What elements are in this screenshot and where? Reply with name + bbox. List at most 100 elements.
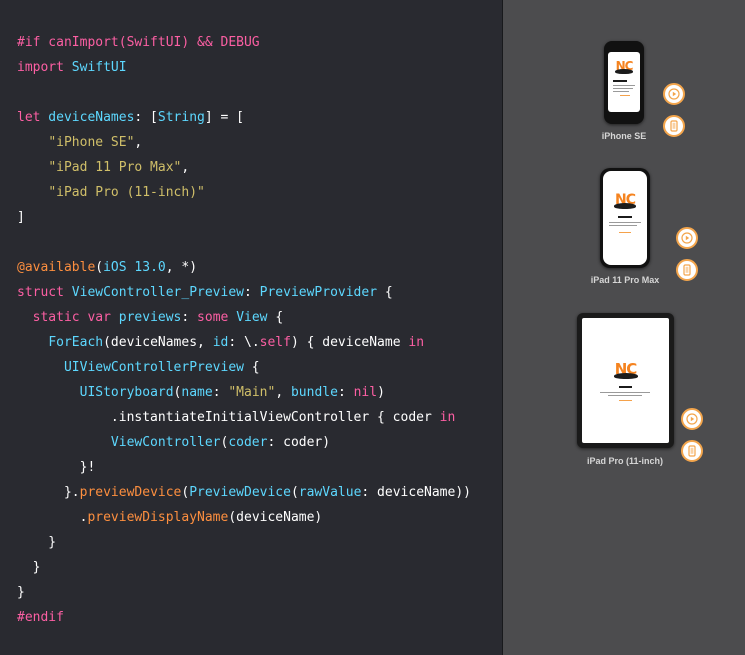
code-line[interactable]: #endif: [17, 605, 471, 630]
code-line[interactable]: }.previewDevice(PreviewDevice(rawValue: …: [17, 480, 471, 505]
device-settings-button[interactable]: [681, 440, 703, 462]
device-settings-button[interactable]: [663, 115, 685, 137]
code-token: : [: [134, 110, 158, 125]
mustache-logo-icon: [615, 69, 633, 74]
code-line[interactable]: @available(iOS 13.0, *): [17, 255, 471, 280]
code-line[interactable]: .previewDisplayName(deviceName): [17, 505, 471, 530]
play-icon: [668, 88, 680, 100]
mustache-logo-icon: [614, 203, 636, 209]
code-token: struct: [17, 285, 64, 300]
code-token: "Main": [228, 385, 276, 400]
code-line[interactable]: "iPad 11 Pro Max",: [17, 155, 471, 180]
code-token: (deviceNames,: [103, 335, 213, 350]
preview-label: iPad 11 Pro Max: [590, 275, 660, 285]
code-line[interactable]: }!: [17, 455, 471, 480]
code-token: : \.: [228, 335, 260, 350]
preview-ipad-11-pro-max[interactable]: NC: [600, 168, 650, 268]
live-preview-button[interactable]: [681, 408, 703, 430]
code-line[interactable]: UIViewControllerPreview {: [17, 355, 471, 380]
code-token: }!: [17, 460, 96, 475]
code-token: :: [181, 310, 198, 325]
code-token: bundle: [290, 385, 338, 400]
code-line[interactable]: [17, 80, 471, 105]
code-token: static: [32, 310, 80, 325]
mustache-logo-icon: [613, 373, 638, 379]
code-token: in: [408, 335, 425, 350]
code-token: PreviewDevice: [189, 485, 291, 500]
code-editor[interactable]: #if canImport(SwiftUI) && DEBUG import Sw…: [0, 0, 503, 655]
code-line[interactable]: }: [17, 530, 471, 555]
code-line[interactable]: UIStoryboard(name: "Main", bundle: nil): [17, 380, 471, 405]
code-line[interactable]: }: [17, 580, 471, 605]
code-token: }.: [17, 485, 80, 500]
code-line[interactable]: }: [17, 555, 471, 580]
code-token: previews: [110, 310, 182, 325]
preview-screen: NC: [608, 52, 640, 112]
live-preview-button[interactable]: [676, 227, 698, 249]
code-token: ] = [: [204, 110, 244, 125]
code-token: {: [243, 360, 260, 375]
code-token: }: [17, 535, 57, 550]
code-token: name: [181, 385, 213, 400]
code-token: ForEach: [48, 335, 104, 350]
device-icon: [683, 264, 691, 276]
code-token: ,: [275, 385, 291, 400]
play-icon: [681, 232, 693, 244]
preview-ipad-pro-11-inch[interactable]: NC: [577, 313, 674, 448]
code-token: ) { deviceName: [290, 335, 409, 350]
code-token: View: [236, 310, 268, 325]
code-token: .instantiateInitialViewController { code…: [17, 410, 440, 425]
app-logo: NC: [615, 60, 633, 74]
code-line[interactable]: ]: [17, 205, 471, 230]
code-line[interactable]: #if canImport(SwiftUI) && DEBUG: [17, 30, 471, 55]
preview-iphone-se[interactable]: NC: [604, 41, 644, 124]
code-line[interactable]: let deviceNames: [String] = [: [17, 105, 471, 130]
code-line[interactable]: ForEach(deviceNames, id: \.self) { devic…: [17, 330, 471, 355]
code-token: #endif: [17, 610, 64, 625]
app-logo: NC: [613, 362, 638, 379]
code-line[interactable]: static var previews: some View {: [17, 305, 471, 330]
code-token: .: [17, 510, 88, 525]
code-token: ]: [17, 210, 25, 225]
code-token: iOS 13.0: [103, 260, 166, 275]
code-token: (: [95, 260, 104, 275]
code-token: : coder): [267, 435, 331, 450]
code-token: deviceNames: [40, 110, 135, 125]
preview-screen: NC: [603, 171, 647, 265]
code-token: id: [212, 335, 229, 350]
source-code[interactable]: #if canImport(SwiftUI) && DEBUG import Sw…: [17, 30, 471, 630]
code-line[interactable]: import SwiftUI: [17, 55, 471, 80]
code-token: (deviceName): [228, 510, 323, 525]
app-logo: NC: [614, 193, 636, 209]
code-line[interactable]: "iPad Pro (11-inch)": [17, 180, 471, 205]
code-token: previewDevice: [79, 485, 182, 500]
code-token: }: [17, 560, 41, 575]
code-token: UIViewControllerPreview: [63, 360, 244, 375]
device-icon: [688, 445, 696, 457]
preview-canvas: NC iPhone SE NC iPad 11 Pro Max NC iPad …: [503, 0, 745, 655]
code-token: rawValue: [298, 485, 362, 500]
code-token: ViewController: [110, 435, 221, 450]
code-token: : deviceName)): [361, 485, 471, 500]
code-line[interactable]: "iPhone SE",: [17, 130, 471, 155]
code-token: @available: [17, 260, 96, 275]
code-token: coder: [228, 435, 268, 450]
preview-label: iPad Pro (11-inch): [586, 456, 664, 466]
code-token: ViewController_Preview: [63, 285, 244, 300]
code-line[interactable]: ViewController(coder: coder): [17, 430, 471, 455]
code-token: previewDisplayName: [87, 510, 229, 525]
code-token: String: [157, 110, 205, 125]
live-preview-button[interactable]: [663, 83, 685, 105]
code-token: let: [17, 110, 41, 125]
device-icon: [670, 120, 678, 132]
code-token: ,: [181, 160, 190, 175]
code-line[interactable]: .instantiateInitialViewController { code…: [17, 405, 471, 430]
code-line[interactable]: [17, 230, 471, 255]
device-settings-button[interactable]: [676, 259, 698, 281]
code-token: :: [243, 285, 260, 300]
code-line[interactable]: struct ViewController_Preview: PreviewPr…: [17, 280, 471, 305]
